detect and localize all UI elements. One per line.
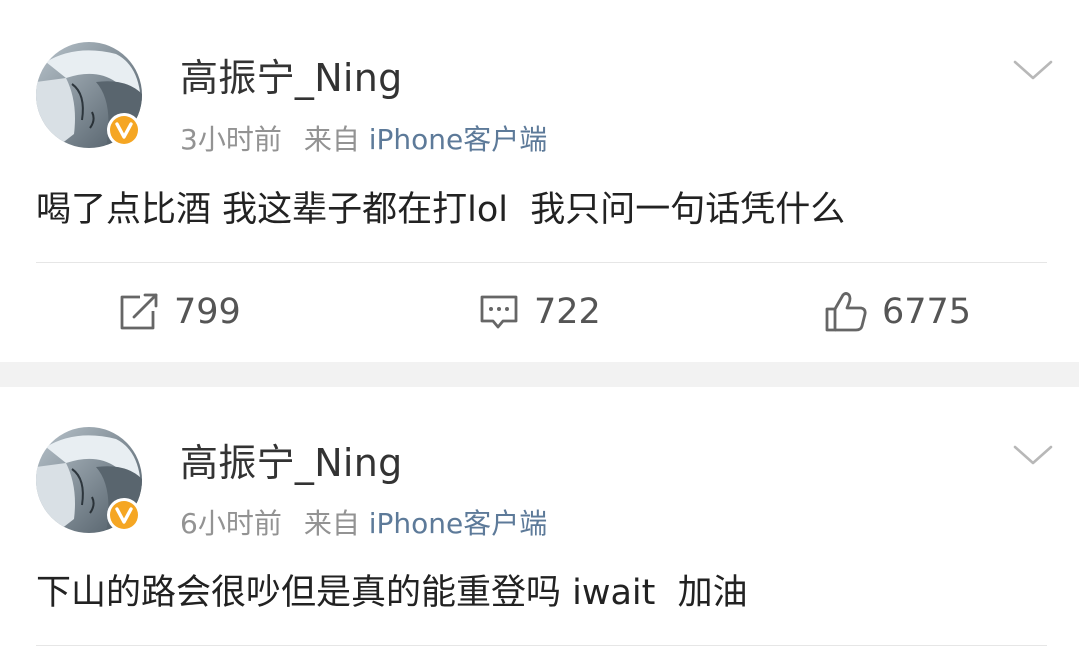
source-prefix: 来自	[303, 123, 360, 156]
source-prefix: 来自	[303, 507, 360, 540]
username[interactable]: 高振宁_Ning	[180, 56, 403, 100]
divider	[36, 645, 1047, 646]
divider	[36, 262, 1047, 263]
chevron-down-icon[interactable]	[1012, 443, 1054, 467]
verified-badge-icon	[107, 113, 141, 147]
repost-count: 799	[174, 292, 241, 332]
source-link[interactable]: iPhone客户端	[369, 123, 548, 156]
username[interactable]: 高振宁_Ning	[180, 441, 403, 485]
like-count: 6775	[882, 292, 972, 332]
chevron-down-icon[interactable]	[1012, 58, 1054, 82]
source-link[interactable]: iPhone客户端	[369, 507, 548, 540]
weibo-post[interactable]: 高振宁_Ning 6小时前 来自 iPhone客户端 下山的路会很吵但是真的能重登…	[0, 387, 1079, 661]
avatar[interactable]	[36, 42, 142, 148]
comment-button[interactable]: 722	[478, 289, 601, 335]
repost-button[interactable]: 799	[118, 289, 241, 335]
comment-count: 722	[534, 292, 601, 332]
post-content: 喝了点比酒 我这辈子都在打lol 我只问一句话凭什么	[36, 190, 846, 230]
weibo-post[interactable]: 高振宁_Ning 3小时前 来自 iPhone客户端 喝了点比酒 我这辈子都在打l…	[0, 0, 1079, 362]
repost-icon	[120, 293, 158, 330]
post-content: 下山的路会很吵但是真的能重登吗 iwait 加油	[36, 573, 748, 613]
avatar[interactable]	[36, 427, 142, 533]
post-time: 3小时前	[180, 123, 282, 156]
like-button[interactable]: 6775	[824, 289, 971, 335]
post-meta: 6小时前 来自 iPhone客户端	[180, 507, 547, 541]
post-meta: 3小时前 来自 iPhone客户端	[180, 123, 547, 157]
thumbs-up-icon	[825, 292, 867, 332]
verified-badge-icon	[107, 498, 141, 532]
post-time: 6小时前	[180, 507, 282, 540]
comment-icon	[480, 295, 518, 329]
